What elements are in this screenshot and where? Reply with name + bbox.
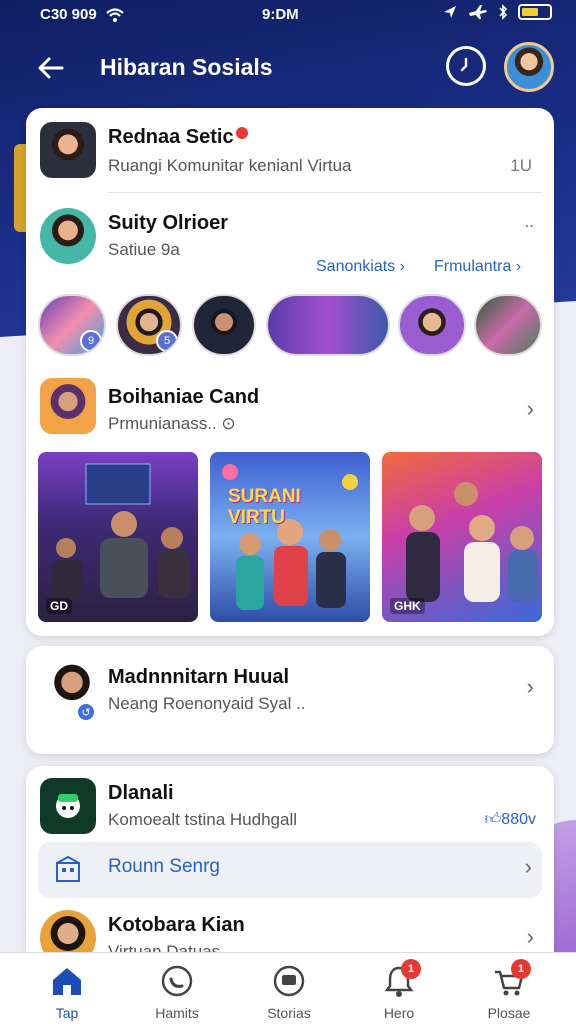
- arrow-left-icon: [36, 56, 64, 80]
- status-left-text: C30 909: [40, 6, 97, 23]
- page-title: Hibaran Sosials: [100, 54, 273, 80]
- item-title: Boihaniae Cand: [108, 386, 260, 408]
- avatar-badge-icon: ↺: [76, 702, 96, 722]
- item-subtitle: Neang Roenonyaid Syal ..: [108, 694, 306, 713]
- divider: [108, 192, 542, 193]
- unread-dot: [235, 127, 248, 139]
- battery-icon: [518, 4, 552, 20]
- group-photo-illustration: [222, 464, 358, 610]
- notification-badge: 1: [401, 959, 421, 979]
- story-badge: 9: [80, 330, 102, 352]
- item-subtitle: Ruangi Komunitar kenianl Virtua: [108, 156, 352, 175]
- avatar: [40, 778, 96, 834]
- story-6[interactable]: [474, 294, 542, 356]
- group-photo-illustration: [406, 482, 538, 602]
- nav-label: Hamits: [155, 1005, 199, 1021]
- chat-icon: [157, 963, 197, 999]
- stories-icon: [269, 963, 309, 999]
- photo-tag: GD: [46, 598, 72, 614]
- community-card: Rednaa Setic Ruangi Komunitar kenianl Vi…: [26, 108, 554, 636]
- photo-tile[interactable]: SURANI VIRTU: [210, 452, 370, 622]
- nav-hero[interactable]: 1 Hero: [354, 959, 444, 1021]
- wifi-icon: [105, 7, 125, 23]
- group-photo-illustration: [52, 463, 190, 600]
- photo-title-text: SURANI VIRTU: [228, 486, 301, 528]
- nav-label: Storias: [267, 1005, 311, 1021]
- timer-button[interactable]: [446, 46, 486, 86]
- location-icon: [442, 4, 458, 20]
- story-3[interactable]: [192, 294, 256, 356]
- item-subtitle: Satiue 9a: [108, 240, 180, 259]
- story-4[interactable]: [266, 294, 390, 356]
- app-header: Hibaran Sosials: [0, 38, 576, 98]
- channel-card: Dlanali Komoealt tstina Hudhgall 👍︎880v …: [26, 766, 554, 966]
- back-button[interactable]: [30, 48, 70, 88]
- more-circle-icon: ⊙: [221, 414, 236, 433]
- status-bar: C30 909 9:DM: [0, 0, 576, 32]
- avatar: [40, 378, 96, 434]
- photo-tag: GHK: [390, 598, 425, 614]
- group-card[interactable]: ↺ Madnnnitarn Huual Neang Roenonyaid Sya…: [26, 646, 554, 754]
- item-subtitle: Komoealt tstina Hudhgall: [108, 810, 298, 829]
- story-badge: 5: [156, 330, 178, 352]
- nav-label: Hero: [383, 1005, 415, 1021]
- chevron-right-icon[interactable]: ›: [527, 396, 534, 422]
- list-item[interactable]: Boihaniae Cand Prmunianass.. ⊙ ›: [26, 376, 554, 446]
- item-subtitle: Prmunianass.. ⊙: [108, 414, 236, 433]
- item-title: Rednaa Setic: [108, 126, 248, 149]
- nav-plosae[interactable]: 1 Plosae: [464, 959, 554, 1021]
- story-5[interactable]: [398, 294, 466, 356]
- home-icon: [47, 963, 87, 999]
- timer-icon: [456, 56, 476, 76]
- like-count[interactable]: 👍︎880v: [485, 810, 536, 829]
- item-meta: 1U: [510, 156, 532, 175]
- notification-badge: 1: [511, 959, 531, 979]
- item-title: Madnnnitarn Huual: [108, 666, 290, 688]
- story-1[interactable]: 9: [38, 294, 106, 356]
- item-title: Kotobara Kian: [108, 914, 245, 936]
- chevron-right-icon: ›: [524, 854, 532, 879]
- list-item[interactable]: Rednaa Setic Ruangi Komunitar kenianl Vi…: [26, 120, 554, 192]
- avatar: [40, 122, 96, 178]
- item-title: Dlanali: [108, 782, 174, 804]
- link-frmulantra[interactable]: Frmulantra ›: [434, 258, 521, 276]
- nav-hamits[interactable]: Hamits: [132, 963, 222, 1021]
- link-sanonkiats[interactable]: Sanonkiats ›: [316, 258, 405, 276]
- inner-link-row[interactable]: Rounn Senrg ›: [38, 842, 542, 898]
- inner-link-label: Rounn Senrg: [108, 856, 220, 877]
- chevron-right-icon[interactable]: ›: [527, 674, 534, 700]
- avatar: [40, 208, 96, 264]
- list-item[interactable]: Dlanali Komoealt tstina Hudhgall 👍︎880v: [26, 776, 554, 842]
- airplane-icon: [468, 4, 488, 20]
- story-2[interactable]: 5: [116, 294, 182, 356]
- chevron-right-icon: ›: [399, 258, 405, 275]
- bottom-navigation: Tap Hamits Storias 1 Hero 1 Plosae: [0, 952, 576, 1024]
- building-icon: [54, 854, 82, 884]
- bell-icon: 1: [379, 959, 421, 999]
- item-title: Suity Olrioer: [108, 212, 229, 234]
- nav-tap[interactable]: Tap: [22, 963, 112, 1021]
- nav-label: Tap: [55, 1005, 79, 1021]
- status-time: 9:DM: [262, 6, 299, 23]
- profile-avatar[interactable]: [504, 42, 554, 92]
- bluetooth-icon: [498, 4, 508, 20]
- more-button[interactable]: ..: [525, 212, 534, 232]
- channel-logo-icon: [56, 794, 80, 818]
- photo-tile[interactable]: GHK: [382, 452, 542, 622]
- thumbs-up-icon: 👍︎: [484, 811, 502, 828]
- nav-label: Plosae: [487, 1005, 531, 1021]
- photo-tile[interactable]: GD: [38, 452, 198, 622]
- cart-icon: 1: [489, 959, 531, 999]
- chevron-right-icon: ›: [526, 924, 534, 949]
- nav-storias[interactable]: Storias: [244, 963, 334, 1021]
- chevron-right-icon: ›: [515, 258, 522, 275]
